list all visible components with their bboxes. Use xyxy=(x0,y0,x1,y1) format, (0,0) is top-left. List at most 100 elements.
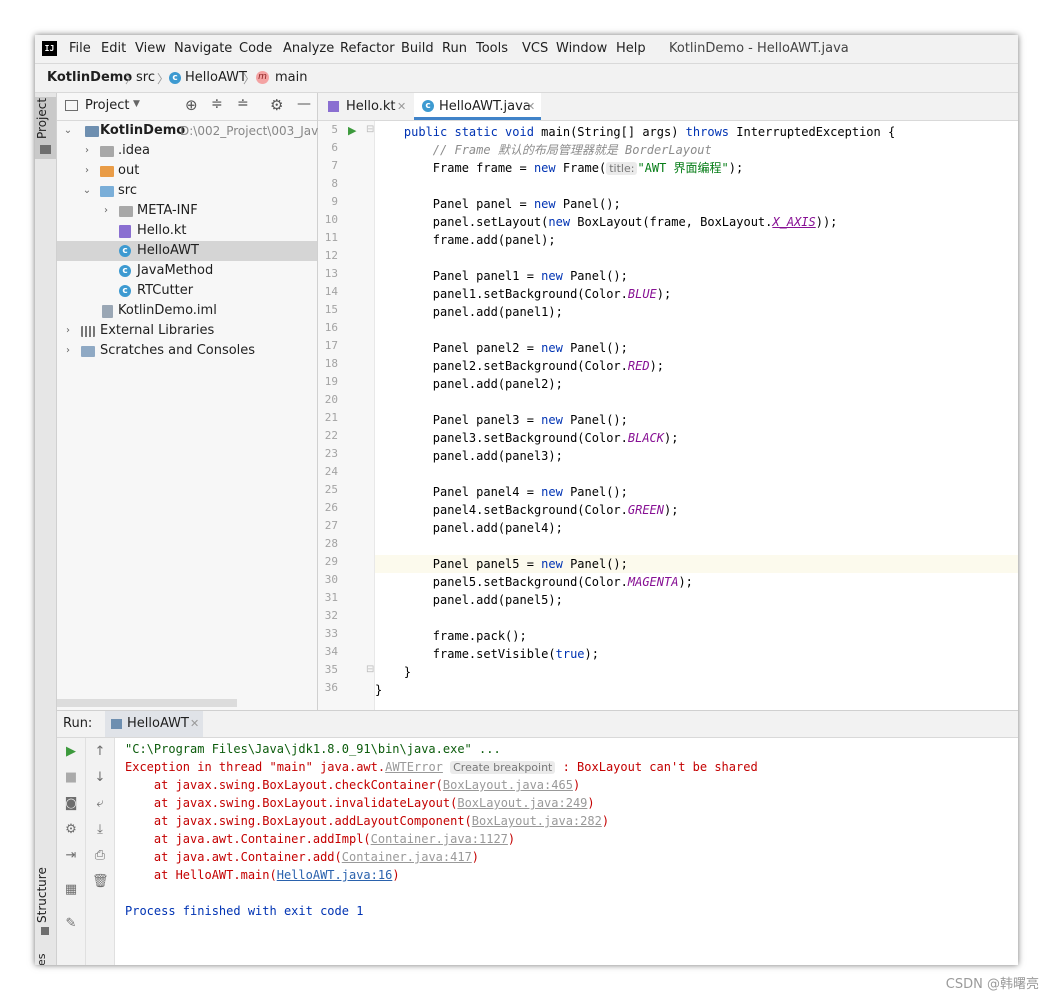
close-icon[interactable]: ✕ xyxy=(397,93,406,120)
tree-item-out[interactable]: › out xyxy=(57,161,317,181)
code-line: panel.add(panel4); xyxy=(375,521,563,535)
project-tool-tab[interactable]: Project xyxy=(35,97,56,159)
kotlin-file-icon xyxy=(119,225,131,238)
left-tool-strip: Project Structure es xyxy=(35,93,57,965)
watermark: CSDN @韩曙亮 xyxy=(945,977,1039,992)
source-link[interactable]: Container.java:1127 xyxy=(371,832,508,846)
code-line: public static void main(String[] args) t… xyxy=(375,125,896,139)
exit-icon[interactable]: ⇥ xyxy=(63,848,79,864)
code-line: panel.add(panel2); xyxy=(375,377,563,391)
breadcrumb-project[interactable]: KotlinDemo xyxy=(47,70,132,85)
line-number: 15 xyxy=(324,303,338,316)
tree-label: JavaMethod xyxy=(137,263,214,278)
favorites-tool-label[interactable]: es xyxy=(35,953,56,965)
menu-analyze[interactable]: Analyze xyxy=(283,41,334,56)
code-line: panel2.setBackground(Color.RED); xyxy=(375,359,665,373)
tree-item-external-libraries[interactable]: › External Libraries xyxy=(57,321,317,341)
scroll-to-end-icon[interactable]: ⤓ xyxy=(92,822,108,838)
menu-refactor[interactable]: Refactor xyxy=(340,41,395,56)
tree-item-iml[interactable]: KotlinDemo.iml xyxy=(57,301,317,321)
tree-path: D:\002_Project\003_Java xyxy=(180,124,326,138)
tree-item-src[interactable]: ⌄ src xyxy=(57,181,317,201)
tree-item-scratches[interactable]: › Scratches and Consoles xyxy=(57,341,317,361)
source-link[interactable]: Container.java:417 xyxy=(342,850,472,864)
menu-vcs[interactable]: VCS xyxy=(522,41,548,56)
menu-code[interactable]: Code xyxy=(239,41,272,56)
layout-icon[interactable]: ▦ xyxy=(63,882,79,898)
locate-icon[interactable]: ⊕ xyxy=(185,96,198,114)
tab-label: HelloAWT xyxy=(127,716,189,731)
source-link[interactable]: BoxLayout.java:249 xyxy=(457,796,587,810)
stop-icon[interactable]: ■ xyxy=(63,770,79,786)
close-icon[interactable]: ✕ xyxy=(190,717,199,730)
excluded-folder-icon xyxy=(100,166,114,177)
hide-icon[interactable]: — xyxy=(297,96,311,112)
tree-item-rtcutter[interactable]: c RTCutter xyxy=(57,281,317,301)
print-icon[interactable]: ⎙ xyxy=(92,848,108,864)
tree-label: External Libraries xyxy=(100,323,215,338)
arrow-down-icon[interactable]: ↓ xyxy=(92,770,108,786)
line-number: 31 xyxy=(324,591,338,604)
tree-item-javamethod[interactable]: c JavaMethod xyxy=(57,261,317,281)
chevron-right-icon: › xyxy=(85,145,89,156)
structure-tool-tab[interactable]: Structure xyxy=(35,867,56,939)
line-number: 36 xyxy=(324,681,338,694)
scratches-icon xyxy=(81,346,95,357)
source-link[interactable]: HelloAWT.java:16 xyxy=(277,868,393,882)
tree-item-hello-kt[interactable]: Hello.kt xyxy=(57,221,317,241)
tree-item-idea[interactable]: › .idea xyxy=(57,141,317,161)
menu-run[interactable]: Run xyxy=(442,41,467,56)
tab-helloawt-java[interactable]: c HelloAWT.java ✕ xyxy=(414,93,541,120)
code-editor: Hello.kt ✕ c HelloAWT.java ✕ ▶ ⊟ ⊟ 56789… xyxy=(318,93,1018,710)
menu-window[interactable]: Window xyxy=(556,41,607,56)
menu-view[interactable]: View xyxy=(135,41,166,56)
breadcrumb-method[interactable]: main xyxy=(275,70,307,85)
line-number: 29 xyxy=(324,555,338,568)
horizontal-scrollbar[interactable] xyxy=(57,699,237,707)
menu-tools[interactable]: Tools xyxy=(476,41,508,56)
stack-trace-line: at javax.swing.BoxLayout.addLayoutCompon… xyxy=(125,814,610,828)
menu-build[interactable]: Build xyxy=(401,41,434,56)
line-number: 35 xyxy=(324,663,338,676)
gear-icon[interactable]: ⚙ xyxy=(270,96,283,114)
tab-hello-kt[interactable]: Hello.kt ✕ xyxy=(322,93,410,120)
tree-item-kotlindemo[interactable]: ⌄ KotlinDemo D:\002_Project\003_Java xyxy=(57,121,326,141)
code-line: panel4.setBackground(Color.GREEN); xyxy=(375,503,679,517)
line-number: 19 xyxy=(324,375,338,388)
line-number: 20 xyxy=(324,393,338,406)
pin-icon[interactable]: ✎ xyxy=(63,916,79,932)
chevron-down-icon: ⌄ xyxy=(63,125,73,136)
close-icon[interactable]: ✕ xyxy=(526,93,535,120)
code-line: panel5.setBackground(Color.MAGENTA); xyxy=(375,575,693,589)
structure-tool-label: Structure xyxy=(35,867,49,923)
soft-wrap-icon[interactable]: ⤶ xyxy=(92,796,108,812)
menu-file[interactable]: File xyxy=(69,41,91,56)
trash-icon[interactable]: 🗑 xyxy=(92,874,109,890)
console-output[interactable]: "C:\Program Files\Java\jdk1.8.0_91\bin\j… xyxy=(115,738,1018,965)
project-view-label[interactable]: Project xyxy=(85,98,129,113)
menu-edit[interactable]: Edit xyxy=(101,41,126,56)
line-number: 21 xyxy=(324,411,338,424)
tree-item-helloawt[interactable]: c HelloAWT xyxy=(57,241,317,261)
expand-all-icon[interactable]: ≑ xyxy=(211,96,223,112)
source-link[interactable]: BoxLayout.java:465 xyxy=(443,778,573,792)
line-number: 23 xyxy=(324,447,338,460)
rerun-icon[interactable]: ▶ xyxy=(63,744,79,760)
menu-help[interactable]: Help xyxy=(616,41,646,56)
arrow-up-icon[interactable]: ↑ xyxy=(92,744,108,760)
collapse-all-icon[interactable]: ≐ xyxy=(237,96,249,112)
parameter-hint: title: xyxy=(606,162,638,175)
create-breakpoint-hint[interactable]: Create breakpoint xyxy=(450,761,556,774)
breadcrumb-src[interactable]: src xyxy=(136,70,155,85)
line-number: 24 xyxy=(324,465,338,478)
settings-icon[interactable]: ⚙ xyxy=(63,822,79,838)
exception-link[interactable]: AWTError xyxy=(385,760,443,774)
menu-navigate[interactable]: Navigate xyxy=(174,41,232,56)
camera-icon[interactable]: ◙ xyxy=(63,796,79,812)
chevron-down-icon[interactable]: ▼ xyxy=(133,99,140,109)
source-link[interactable]: BoxLayout.java:282 xyxy=(472,814,602,828)
breadcrumb-file[interactable]: HelloAWT xyxy=(185,70,247,85)
code-area[interactable]: public static void main(String[] args) t… xyxy=(375,121,1018,710)
tree-item-meta-inf[interactable]: › META-INF xyxy=(57,201,317,221)
tab-run-helloawt[interactable]: HelloAWT ✕ xyxy=(105,711,203,737)
